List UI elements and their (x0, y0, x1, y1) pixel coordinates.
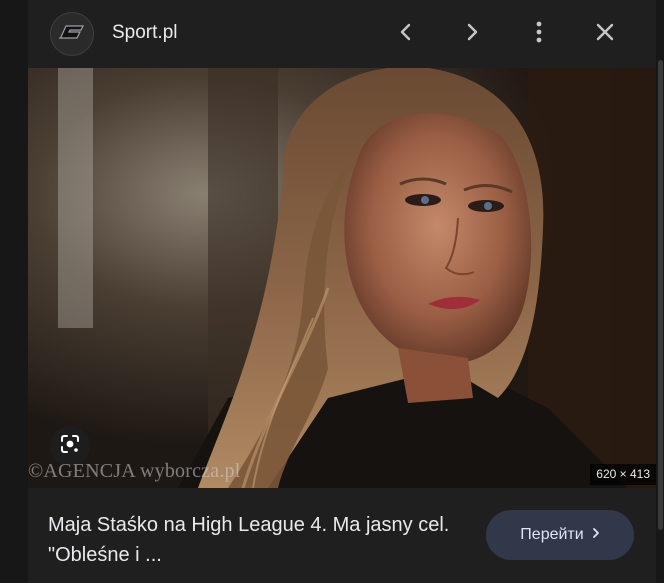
close-icon (595, 22, 615, 47)
scrollbar-thumb[interactable] (658, 60, 663, 530)
preview-image[interactable]: ©AGENCJA wyborcza.pl 620 × 413 (28, 68, 656, 488)
more-options-button[interactable] (519, 14, 559, 54)
chevron-right-icon (592, 526, 600, 544)
left-gutter (0, 0, 28, 583)
image-watermark: ©AGENCJA wyborcza.pl (28, 460, 241, 482)
google-lens-icon (59, 433, 81, 460)
result-title[interactable]: Maja Staśko na High League 4. Ma jasny c… (48, 510, 458, 570)
image-dimensions: 620 × 413 (590, 464, 656, 485)
chevron-right-icon (464, 22, 480, 47)
chevron-left-icon (398, 22, 414, 47)
site-name[interactable]: Sport.pl (112, 22, 177, 44)
close-button[interactable] (585, 14, 625, 54)
portrait-photo (28, 68, 656, 488)
site-avatar[interactable] (50, 12, 94, 56)
visit-button-label: Перейти (520, 526, 584, 543)
more-vert-icon (535, 21, 543, 48)
next-button[interactable] (452, 14, 492, 54)
visit-button[interactable]: Перейти (486, 510, 634, 560)
previous-button[interactable] (386, 14, 426, 54)
panel-header: Sport.pl (28, 0, 656, 68)
scrollbar-track[interactable] (656, 0, 664, 583)
sport-logo-icon (57, 21, 87, 48)
